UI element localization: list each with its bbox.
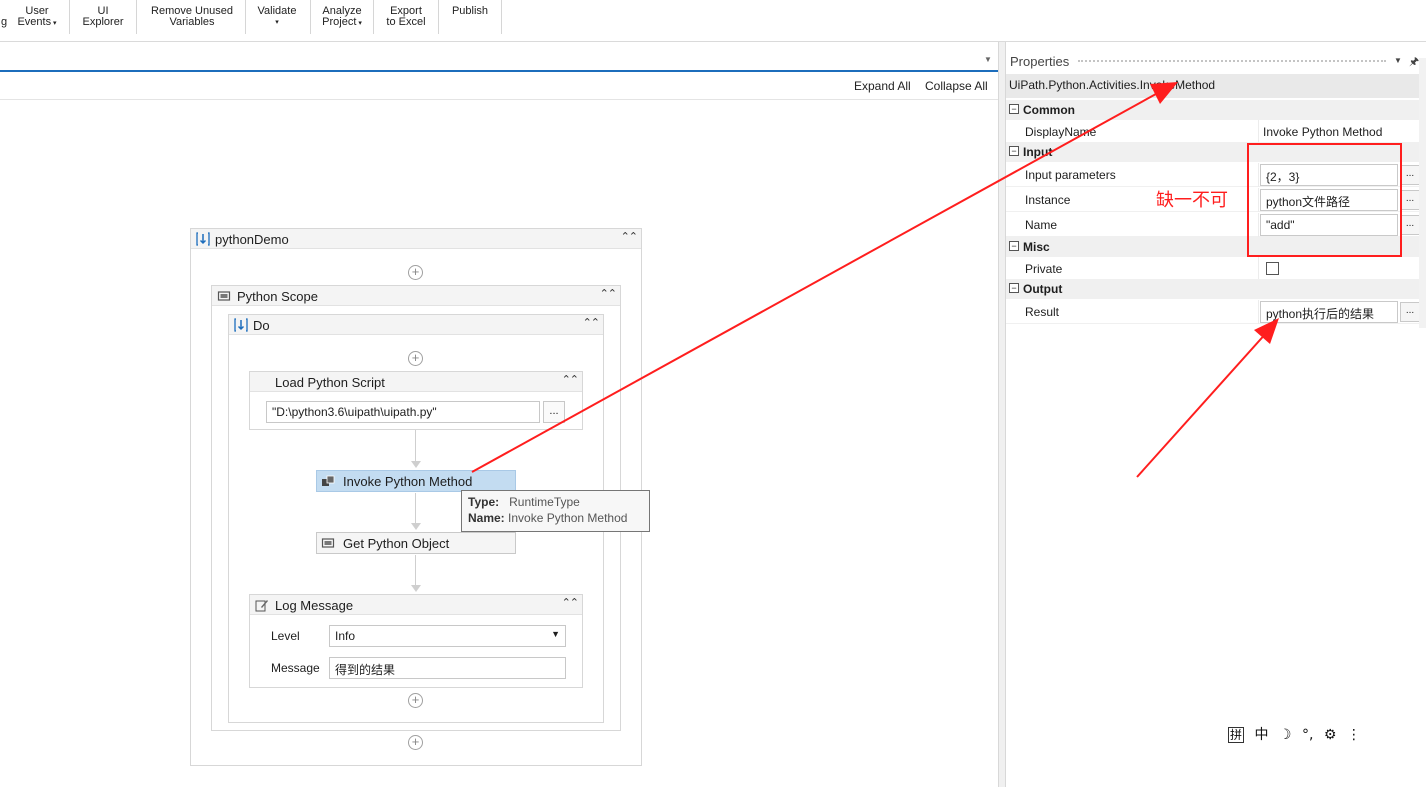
- ime-toolbar: 拼 中 ☽ °, ⚙ ⋮: [1228, 724, 1367, 744]
- ime-more-icon[interactable]: ⋮: [1347, 727, 1361, 743]
- annotation-arrowhead: [1150, 82, 1178, 104]
- ime-chinese-icon[interactable]: 中: [1254, 727, 1268, 743]
- annotation-arrowhead: [1254, 318, 1279, 344]
- annotation-arrow-line: [1136, 330, 1269, 478]
- annotation-arrows: [471, 82, 1279, 478]
- ime-settings-icon[interactable]: ⚙: [1324, 727, 1337, 743]
- ime-pinyin-icon[interactable]: 拼: [1228, 727, 1245, 743]
- ime-halfwidth-icon[interactable]: ☽: [1279, 727, 1292, 743]
- ime-punctuation-icon[interactable]: °,: [1302, 727, 1313, 743]
- annotation-arrow-line: [471, 88, 1166, 473]
